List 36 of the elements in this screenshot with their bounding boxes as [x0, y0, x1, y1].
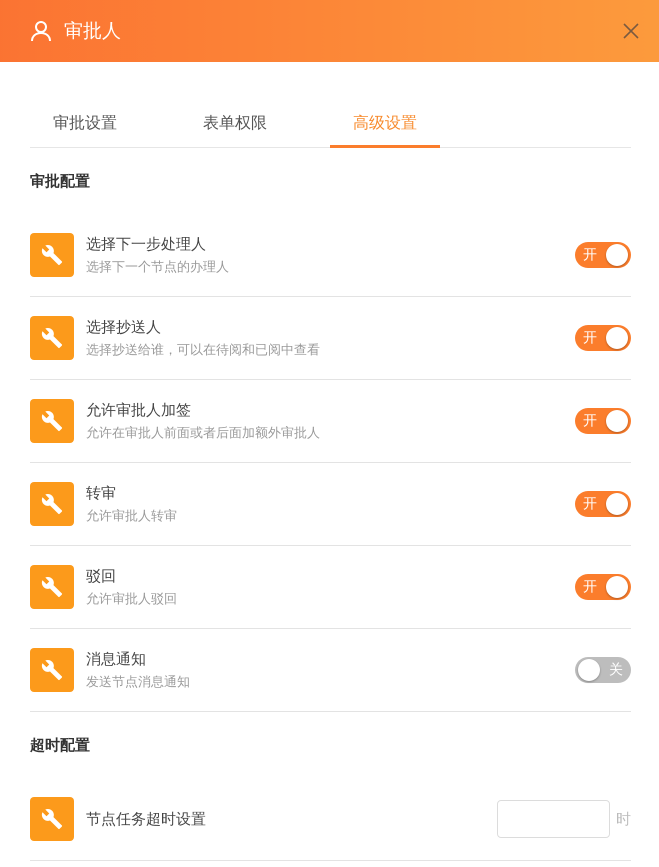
setting-description: 允许在审批人前面或者后面加额外审批人	[86, 424, 321, 442]
setting-title: 驳回	[86, 566, 117, 586]
wrench-icon	[30, 233, 74, 277]
wrench-icon	[30, 482, 74, 526]
toggle-switch[interactable]: 开	[575, 325, 631, 351]
setting-title: 选择抄送人	[86, 318, 162, 336]
setting-title: 消息通知	[86, 650, 147, 668]
toggle-switch[interactable]: 开	[575, 242, 631, 268]
wrench-icon	[30, 565, 74, 609]
tab[interactable]: 审批设置	[30, 102, 140, 148]
wrench-icon	[30, 797, 74, 841]
close-icon[interactable]	[623, 23, 639, 39]
section-title: 审批配置	[30, 172, 90, 190]
setting-description: 选择抄送给谁，可以在待阅和已阅中查看	[86, 342, 321, 358]
setting-description: 发送节点消息通知	[86, 674, 191, 690]
unit-label: 时	[616, 810, 631, 828]
user-icon	[30, 20, 52, 42]
toggle-switch[interactable]: 开	[575, 574, 631, 600]
wrench-icon	[30, 316, 74, 360]
setting-title: 节点任务超时设置	[86, 810, 207, 828]
section-title: 超时配置	[30, 736, 90, 754]
toggle-switch[interactable]: 关	[575, 657, 631, 683]
input-field[interactable]	[497, 800, 610, 838]
setting-title: 允许审批人加签	[86, 400, 192, 420]
setting-title: 选择下一步处理人	[86, 234, 207, 254]
tab[interactable]: 表单权限	[140, 102, 330, 148]
toggle-switch[interactable]: 开	[575, 408, 631, 434]
tab[interactable]: 高级设置	[330, 102, 440, 148]
toggle-switch[interactable]: 开	[575, 491, 631, 517]
window-title: 审批人	[64, 19, 122, 44]
setting-title: 转审	[86, 484, 117, 502]
wrench-icon	[30, 648, 74, 692]
setting-description: 选择下一个节点的办理人	[86, 258, 230, 276]
setting-description: 允许审批人转审	[86, 508, 178, 524]
wrench-icon	[30, 399, 74, 443]
setting-description: 允许审批人驳回	[86, 590, 178, 608]
